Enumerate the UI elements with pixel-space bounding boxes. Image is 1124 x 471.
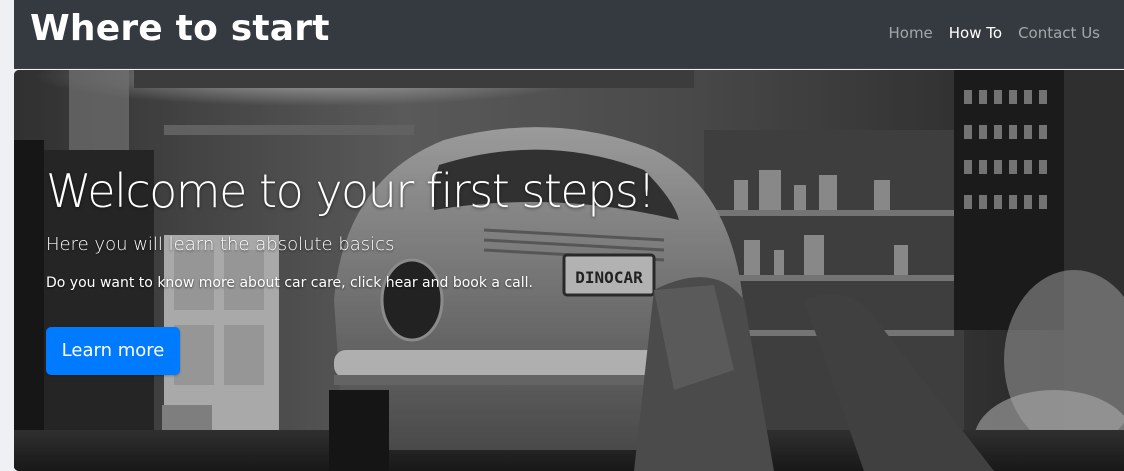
hero-jumbotron: DINOCAR Welcome to your first steps! Her… [14,70,1124,471]
navbar-brand[interactable]: Where to start [30,8,330,49]
hero-content: Welcome to your first steps! Here you wi… [46,164,656,375]
nav-link-contact-us[interactable]: Contact Us [1018,24,1100,42]
nav-link-how-to[interactable]: How To [949,24,1002,42]
nav-links: Home How To Contact Us [888,24,1100,42]
nav-link-home[interactable]: Home [888,24,932,42]
learn-more-button[interactable]: Learn more [46,327,180,375]
navbar: Where to start Home How To Contact Us [14,0,1124,69]
hero-title: Welcome to your first steps! [46,164,656,218]
hero-description: Do you want to know more about car care,… [46,275,533,291]
page: Where to start Home How To Contact Us DI… [0,0,1124,471]
hero-subtitle: Here you will learn the absolute basics [46,234,395,255]
